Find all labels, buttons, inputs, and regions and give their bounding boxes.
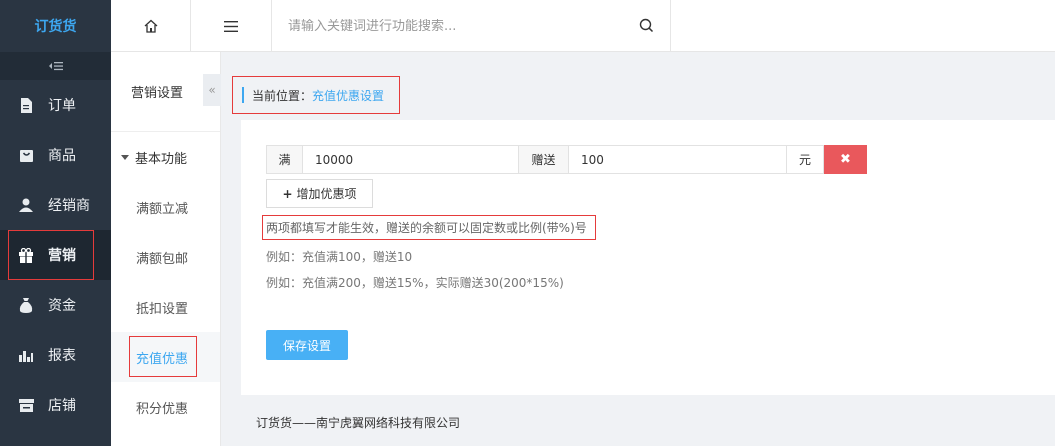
sidebar-item-label: 店铺 — [48, 398, 76, 414]
subnav-item-recharge-discount[interactable]: 充值优惠 — [111, 332, 220, 382]
bag-icon — [18, 147, 34, 163]
unit-label: 元 — [787, 145, 824, 174]
menu-collapse-icon — [48, 62, 63, 71]
breadcrumb: 当前位置： 充值优惠设置 — [232, 76, 400, 114]
example-text-2: 例如：充值满200，赠送15%，实际赠送30(200*15%) — [266, 276, 564, 290]
sidebar-item-funds[interactable]: 资金 — [0, 280, 111, 330]
sidebar-collapse-button[interactable] — [0, 52, 111, 80]
sidebar-item-label: 资金 — [48, 298, 76, 314]
subnav-item-deduction[interactable]: 抵扣设置 — [111, 282, 220, 332]
sidebar-item-label: 经销商 — [48, 198, 90, 214]
sidebar-item-dealers[interactable]: 经销商 — [0, 180, 111, 230]
highlight-box — [8, 230, 94, 280]
sidebar-item-products[interactable]: 商品 — [0, 130, 111, 180]
search-bar — [272, 0, 671, 52]
shop-icon — [18, 397, 34, 413]
subnav-collapse-button[interactable]: « — [203, 74, 221, 106]
add-discount-button[interactable]: + 增加优惠项 — [266, 179, 373, 208]
double-chevron-left-icon: « — [208, 83, 216, 97]
gift-label: 赠送 — [519, 145, 569, 174]
subnav-item-label: 满额包邮 — [136, 251, 189, 267]
menu-button[interactable] — [191, 0, 272, 52]
gift-amount-input[interactable]: 100 — [569, 145, 787, 174]
highlight-box — [129, 336, 197, 377]
bar-chart-icon — [18, 347, 34, 363]
top-header — [111, 0, 1055, 52]
hint-text: 两项都填写才能生效，赠送的余额可以固定数或比例(带%)号 — [262, 215, 596, 240]
home-icon — [144, 19, 157, 33]
app-logo[interactable]: 订货货 — [0, 0, 111, 52]
subnav-item-full-reduction[interactable]: 满额立减 — [111, 182, 220, 232]
subnav-item-points-discount[interactable]: 积分优惠 — [111, 382, 220, 432]
save-settings-button[interactable]: 保存设置 — [266, 330, 348, 360]
footer-text: 订货货——南宁虎翼网络科技有限公司 — [256, 416, 461, 430]
subnav-item-label: 积分优惠 — [136, 401, 189, 417]
sidebar-item-label: 报表 — [48, 348, 76, 364]
subnav-item-label: 满额立减 — [136, 201, 189, 217]
money-bag-icon — [18, 297, 34, 313]
main-sidebar: 订货货 订单 商品 经销商 营销 资金 报表 店铺 — [0, 0, 111, 446]
delete-rule-button[interactable]: ✖ — [824, 145, 867, 174]
breadcrumb-current-link[interactable]: 充值优惠设置 — [312, 87, 384, 104]
subnav-group-label: 基本功能 — [135, 151, 188, 167]
secondary-sidebar: 营销设置 基本功能 满额立减 满额包邮 抵扣设置 充值优惠 积分优惠 — [111, 52, 221, 446]
user-icon — [18, 197, 34, 213]
search-icon[interactable] — [639, 18, 654, 37]
sidebar-item-reports[interactable]: 报表 — [0, 330, 111, 380]
sidebar-item-label: 订单 — [48, 98, 76, 114]
add-discount-label: 增加优惠项 — [296, 187, 357, 201]
hamburger-icon — [224, 20, 238, 32]
breadcrumb-accent-bar — [242, 87, 244, 103]
caret-down-icon — [121, 154, 129, 160]
subnav-item-label: 抵扣设置 — [136, 301, 189, 317]
sidebar-item-marketing[interactable]: 营销 — [0, 230, 111, 280]
sidebar-item-label: 商品 — [48, 148, 76, 164]
sidebar-item-orders[interactable]: 订单 — [0, 80, 111, 130]
document-icon — [18, 97, 34, 113]
breadcrumb-prefix: 当前位置： — [252, 88, 313, 103]
discount-rule-row: 满 10000 赠送 100 元 ✖ — [266, 145, 867, 174]
home-button[interactable] — [111, 0, 191, 52]
search-input[interactable] — [272, 18, 612, 34]
subnav-group-basic[interactable]: 基本功能 — [111, 132, 220, 182]
sidebar-item-shop[interactable]: 店铺 — [0, 380, 111, 430]
example-text-1: 例如：充值满100，赠送10 — [266, 250, 413, 264]
close-icon: ✖ — [840, 152, 851, 167]
full-label: 满 — [266, 145, 303, 174]
full-amount-input[interactable]: 10000 — [303, 145, 519, 174]
plus-icon: + — [282, 186, 293, 201]
settings-panel: 满 10000 赠送 100 元 ✖ + 增加优惠项 两项都填写才能生效，赠送的… — [241, 120, 1055, 395]
subnav-item-free-shipping[interactable]: 满额包邮 — [111, 232, 220, 282]
